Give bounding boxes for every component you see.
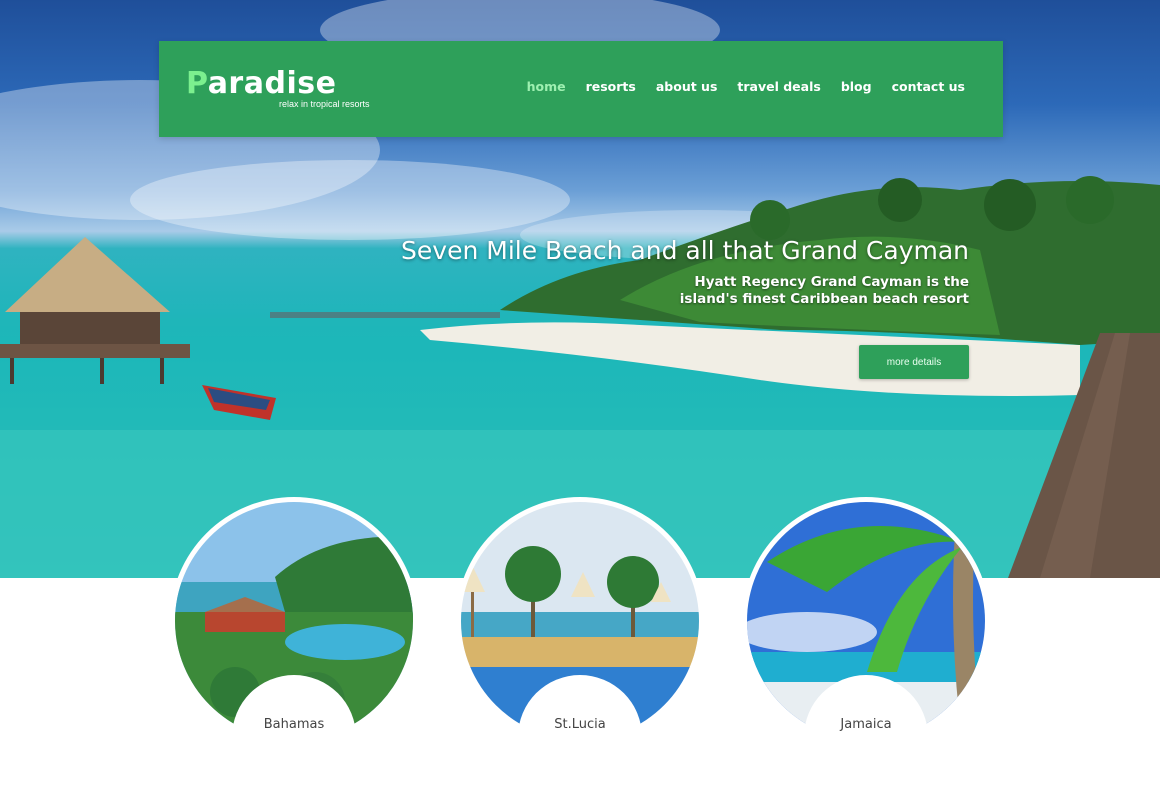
destination-card-bahamas[interactable]: Bahamas	[170, 497, 418, 799]
nav-home[interactable]: home	[527, 79, 566, 94]
nav-contact-us[interactable]: contact us	[892, 79, 965, 94]
destination-name: Bahamas	[263, 717, 325, 732]
destination-name: Jamaica	[840, 717, 892, 732]
nav-blog[interactable]: blog	[841, 79, 872, 94]
destination-name: St.Lucia	[554, 717, 606, 732]
destination-card-stlucia[interactable]: St.Lucia	[456, 497, 704, 799]
top-navbar: Paradise relax in tropical resorts home …	[159, 41, 1003, 137]
site-logo[interactable]: Paradise	[186, 66, 336, 101]
logo-text: aradise	[207, 66, 337, 101]
more-details-button[interactable]: more details	[859, 345, 969, 379]
destination-card-jamaica[interactable]: Jamaica	[742, 497, 990, 799]
page-bottom	[0, 734, 1160, 772]
nav-travel-deals[interactable]: travel deals	[737, 79, 820, 94]
logo-initial: P	[186, 66, 208, 101]
main-menu: home resorts about us travel deals blog …	[527, 79, 965, 94]
nav-resorts[interactable]: resorts	[586, 79, 636, 94]
hero-subtitle: Hyatt Regency Grand Cayman is the island…	[679, 274, 969, 307]
nav-about-us[interactable]: about us	[656, 79, 718, 94]
hero-title: Seven Mile Beach and all that Grand Caym…	[401, 236, 969, 265]
site-tagline: relax in tropical resorts	[279, 99, 370, 109]
